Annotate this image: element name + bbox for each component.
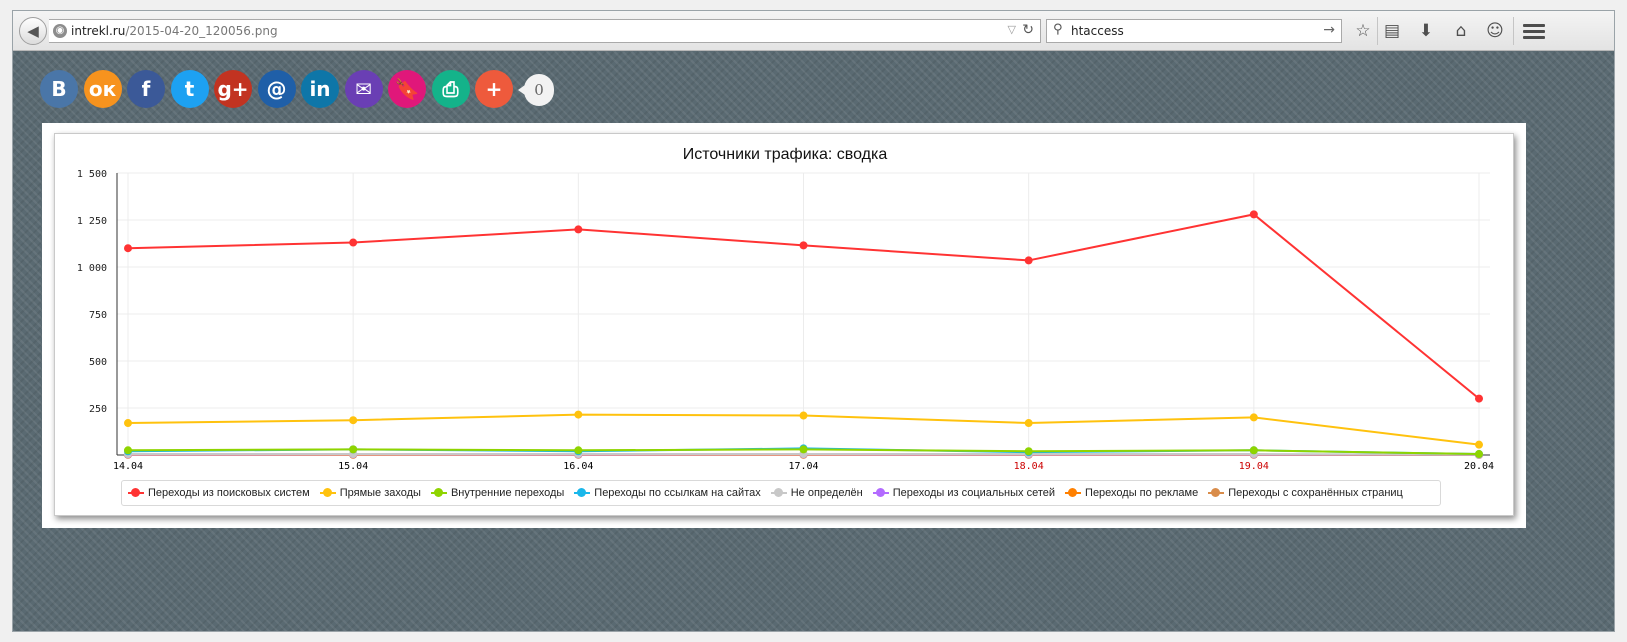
- legend-marker-icon: [770, 488, 787, 498]
- share-more-button[interactable]: +: [475, 70, 513, 108]
- reading-list-icon[interactable]: ▤: [1380, 19, 1404, 43]
- legend-marker-icon: [128, 488, 144, 498]
- legend-item[interactable]: Переходы из поисковых систем: [128, 487, 310, 499]
- toolbar-divider: [1513, 17, 1514, 45]
- data-point: [349, 238, 358, 247]
- globe-icon: ◉: [53, 24, 67, 38]
- url-domain: intrekl.ru: [71, 24, 126, 38]
- y-tick-label: 1 500: [77, 169, 107, 180]
- y-tick-label: 1 000: [77, 263, 107, 274]
- page-content: 0 Вок f t g+ @ in ✉ 🔖 ⎙ + Источники трафика: свод…: [13, 51, 1614, 631]
- legend-item[interactable]: Не определён: [770, 487, 863, 499]
- data-point: [1024, 256, 1033, 265]
- legend-marker-icon: [319, 488, 336, 498]
- x-tick-label: 18.04: [1014, 461, 1044, 472]
- legend-marker-icon: [872, 488, 889, 498]
- legend-label: Переходы с сохранённых страниц: [1228, 487, 1403, 499]
- share-odnoklassniki-button[interactable]: ок: [83, 70, 122, 108]
- legend-item[interactable]: Прямые заходы: [319, 487, 421, 499]
- share-linkedin-button[interactable]: in: [301, 70, 339, 108]
- legend-item[interactable]: Переходы по ссылкам на сайтах: [574, 487, 761, 499]
- data-point: [349, 445, 358, 454]
- search-input[interactable]: htaccess: [1071, 24, 1124, 38]
- data-point: [1249, 210, 1258, 219]
- x-tick-label: 20.04: [1464, 461, 1494, 472]
- legend-label: Переходы из поисковых систем: [148, 487, 310, 499]
- share-mail-ru-button[interactable]: @: [257, 70, 296, 108]
- data-point: [1024, 447, 1033, 456]
- url-history-dropdown-icon[interactable]: ▽: [1008, 23, 1016, 36]
- chart-panel: Источники трафика: сводка 250 500 750 1 000 1…: [42, 123, 1526, 528]
- x-tick-label: 15.04: [338, 461, 368, 472]
- legend-label: Переходы по рекламе: [1085, 487, 1199, 499]
- data-point: [1475, 440, 1483, 449]
- legend-marker-icon: [574, 488, 591, 498]
- data-point: [349, 416, 358, 425]
- data-point: [1249, 413, 1258, 422]
- reload-icon[interactable]: ↻: [1022, 22, 1034, 38]
- share-vk-button[interactable]: В: [40, 70, 78, 108]
- share-counter: 0: [518, 74, 554, 106]
- chat-icon[interactable]: ☺: [1483, 19, 1507, 43]
- legend-item[interactable]: Внутренние переходы: [430, 487, 565, 499]
- data-point: [574, 446, 583, 455]
- data-point: [1249, 446, 1258, 455]
- legend-label: Переходы по ссылкам на сайтах: [594, 487, 761, 499]
- back-button[interactable]: ◀: [19, 17, 47, 45]
- traffic-chart: Источники трафика: сводка 250 500 750 1 000 1…: [77, 146, 1494, 472]
- search-go-icon[interactable]: →: [1323, 22, 1335, 38]
- share-email-button[interactable]: ✉: [344, 70, 383, 108]
- y-tick-label: 1 250: [77, 216, 107, 227]
- legend-label: Переходы из социальных сетей: [892, 487, 1056, 499]
- chart-card: Источники трафика: сводка 250 500 750 1 000 1…: [54, 133, 1514, 516]
- back-arrow-icon: ◀: [27, 22, 39, 40]
- chart-legend: Переходы из поисковых систем Прямые заход…: [121, 480, 1441, 506]
- downloads-icon[interactable]: ⬇: [1414, 19, 1438, 43]
- data-point: [574, 225, 583, 234]
- share-facebook-button[interactable]: f: [127, 70, 165, 108]
- x-tick-label: 17.04: [788, 461, 818, 472]
- x-tick-label: 19.04: [1239, 461, 1269, 472]
- toolbar-divider: [1377, 17, 1378, 45]
- browser-window: ◀ ◉ intrekl.ru/2015-04-20_120056.png ▽ ↻…: [12, 10, 1615, 632]
- data-point: [799, 445, 808, 454]
- legend-item[interactable]: Переходы с сохранённых страниц: [1208, 487, 1403, 499]
- url-text[interactable]: intrekl.ru/2015-04-20_120056.png: [71, 24, 278, 38]
- data-point: [799, 241, 808, 250]
- y-tick-label: 500: [89, 357, 107, 368]
- search-box[interactable]: ⚲ htaccess →: [1046, 19, 1342, 43]
- data-point: [799, 411, 808, 420]
- data-point: [1475, 394, 1483, 403]
- share-twitter-button[interactable]: t: [170, 70, 209, 108]
- x-tick-label: 16.04: [563, 461, 593, 472]
- url-path: /2015-04-20_120056.png: [125, 24, 278, 38]
- browser-toolbar: ◀ ◉ intrekl.ru/2015-04-20_120056.png ▽ ↻…: [13, 11, 1614, 51]
- legend-label: Внутренние переходы: [450, 487, 565, 499]
- legend-item[interactable]: Переходы из социальных сетей: [872, 487, 1056, 499]
- data-point: [1024, 419, 1033, 428]
- legend-marker-icon: [430, 488, 447, 498]
- chart-title: Источники трафика: сводка: [683, 146, 888, 163]
- data-point: [1475, 450, 1483, 459]
- bookmark-star-icon[interactable]: ☆: [1351, 19, 1375, 43]
- share-bookmark-button[interactable]: 🔖: [388, 70, 426, 108]
- address-bar[interactable]: ◉ intrekl.ru/2015-04-20_120056.png ▽ ↻: [49, 19, 1041, 43]
- data-point: [124, 446, 132, 455]
- home-icon[interactable]: ⌂: [1449, 19, 1473, 43]
- legend-marker-icon: [1208, 488, 1225, 498]
- y-tick-label: 250: [89, 404, 107, 415]
- data-point: [124, 419, 132, 428]
- data-point: [574, 410, 583, 419]
- y-tick-label: 750: [89, 310, 107, 321]
- legend-marker-icon: [1065, 488, 1082, 498]
- search-icon: ⚲: [1053, 22, 1063, 37]
- data-point: [124, 244, 132, 253]
- legend-label: Не определён: [790, 487, 863, 499]
- share-google-plus-button[interactable]: g+: [214, 70, 252, 108]
- share-print-button[interactable]: ⎙: [431, 70, 470, 108]
- menu-icon[interactable]: [1523, 19, 1545, 43]
- legend-label: Прямые заходы: [339, 487, 421, 499]
- x-tick-label: 14.04: [113, 461, 143, 472]
- legend-item[interactable]: Переходы по рекламе: [1065, 487, 1198, 499]
